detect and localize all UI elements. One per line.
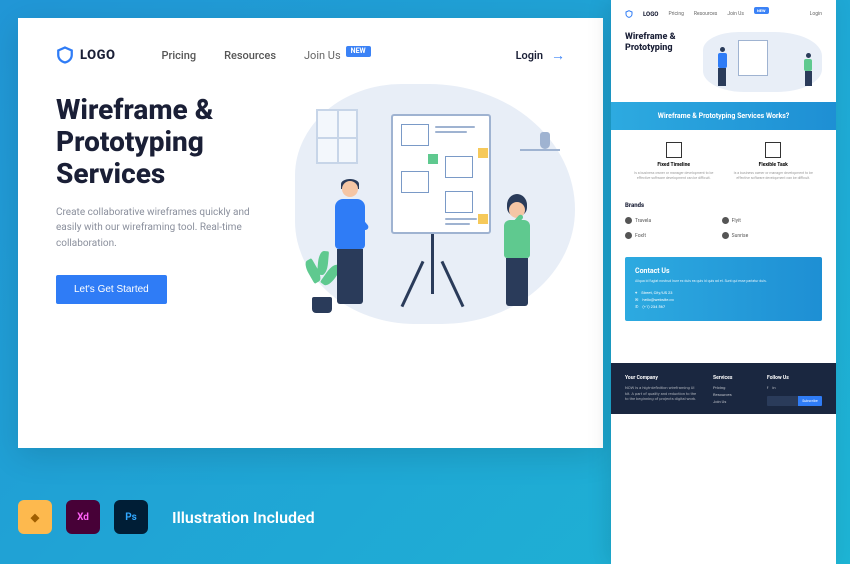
preview-card-flexible: Flexible Task Is a business owner or man… [729, 142, 819, 180]
brand-icon [625, 217, 632, 224]
person-male-icon [326, 179, 374, 314]
preview-contact: Contact Us Aliqua id fugiat nostrud irur… [625, 257, 822, 321]
whiteboard-icon [391, 114, 491, 234]
calendar-icon [666, 142, 682, 158]
nav-resources[interactable]: Resources [224, 49, 276, 62]
brand-icon [722, 232, 729, 239]
cta-button[interactable]: Let's Get Started [56, 275, 167, 304]
preview-hero-title: Wireframe & Prototyping [625, 32, 695, 92]
preview-brands-title: Brands [625, 202, 822, 209]
hero-card: LOGO Pricing Resources Join Us NEW Login… [18, 18, 603, 448]
full-page-preview: LOGO Pricing Resources Join Us NEW Login… [611, 0, 836, 564]
sketch-icon: ◆ [18, 500, 52, 534]
contact-address: ⌖Street, City/US 23 [635, 290, 812, 295]
preview-new-badge: NEW [754, 7, 769, 14]
footer-company: Your Company NOW is a high-definition wi… [625, 375, 699, 406]
new-badge: NEW [346, 46, 371, 57]
preview-logo-icon [625, 10, 633, 18]
hero-illustration [296, 94, 565, 334]
contact-title: Contact Us [635, 267, 812, 275]
linkedin-icon[interactable]: in [772, 385, 775, 390]
photoshop-icon: Ps [114, 500, 148, 534]
illustration-included-label: Illustration Included [172, 508, 315, 527]
nav-join-us[interactable]: Join Us NEW [304, 49, 371, 62]
main-nav: LOGO Pricing Resources Join Us NEW Login… [18, 18, 603, 64]
window-icon [316, 109, 358, 164]
logo[interactable]: LOGO [56, 46, 115, 64]
preview-nav: LOGO Pricing Resources Join Us NEW Login [611, 0, 836, 28]
preview-logo-text: LOGO [643, 11, 658, 18]
preview-login[interactable]: Login [810, 11, 822, 17]
logo-text: LOGO [80, 48, 115, 63]
footer-services: Services Pricing Resources Join Us [713, 375, 753, 406]
brand-item: Flyit [722, 217, 811, 224]
preview-hero: Wireframe & Prototyping [611, 28, 836, 102]
preview-feature-cards: Fixed Timeline Is a business owner or ma… [611, 130, 836, 192]
brand-item: FoxIt [625, 232, 714, 239]
phone-icon: ✆ [635, 304, 638, 309]
preview-illustration [703, 32, 822, 92]
brand-icon [625, 232, 632, 239]
nav-pricing[interactable]: Pricing [161, 49, 196, 62]
brand-item: Travela [625, 217, 714, 224]
login-label: Login [516, 49, 543, 62]
preview-brands: Brands Travela Flyit FoxIt Sunrise [611, 192, 836, 249]
facebook-icon[interactable]: f [767, 385, 768, 390]
preview-card-title: Fixed Timeline [629, 162, 719, 168]
nav-login[interactable]: Login → [516, 47, 565, 64]
pin-icon: ⌖ [635, 290, 637, 295]
subscribe-form: Subscribe [767, 396, 822, 406]
hero-subtitle: Create collaborative wireframes quickly … [56, 205, 266, 252]
contact-desc: Aliqua id fugiat nostrud irure ex duis e… [635, 279, 812, 284]
task-icon [765, 142, 781, 158]
preview-card-desc: Is a business owner or manager developme… [729, 171, 819, 180]
footer-follow: Follow Us f in Subscribe [767, 375, 822, 406]
preview-nav-pricing[interactable]: Pricing [668, 11, 683, 17]
nav-join-label: Join Us [304, 49, 341, 62]
preview-nav-resources[interactable]: Resources [694, 11, 717, 17]
tools-bar: ◆ Xd Ps Illustration Included [18, 500, 315, 534]
contact-email: ✉hello@website.co [635, 297, 812, 302]
hero-title: Wireframe & Prototyping Services [56, 94, 276, 191]
hero-section: Wireframe & Prototyping Services Create … [18, 64, 603, 364]
preview-card-timeline: Fixed Timeline Is a business owner or ma… [629, 142, 719, 180]
logo-shield-icon [56, 46, 74, 64]
brand-icon [722, 217, 729, 224]
hero-copy: Wireframe & Prototyping Services Create … [56, 94, 276, 334]
preview-contact-form[interactable] [625, 329, 822, 359]
adobe-xd-icon: Xd [66, 500, 100, 534]
preview-footer: Your Company NOW is a high-definition wi… [611, 363, 836, 414]
arrow-right-icon: → [551, 47, 565, 64]
contact-phone: ✆(+1) 234 567 [635, 304, 812, 309]
subscribe-button[interactable]: Subscribe [798, 396, 822, 406]
preview-nav-join[interactable]: Join Us [727, 11, 744, 17]
mail-icon: ✉ [635, 297, 638, 302]
preview-card-title: Flexible Task [729, 162, 819, 168]
subscribe-input[interactable] [767, 396, 798, 406]
brand-item: Sunrise [722, 232, 811, 239]
preview-card-desc: Is a business owner or manager developme… [629, 171, 719, 180]
person-female-icon [496, 194, 538, 314]
preview-works-heading: Wireframe & Prototyping Services Works? [611, 102, 836, 130]
